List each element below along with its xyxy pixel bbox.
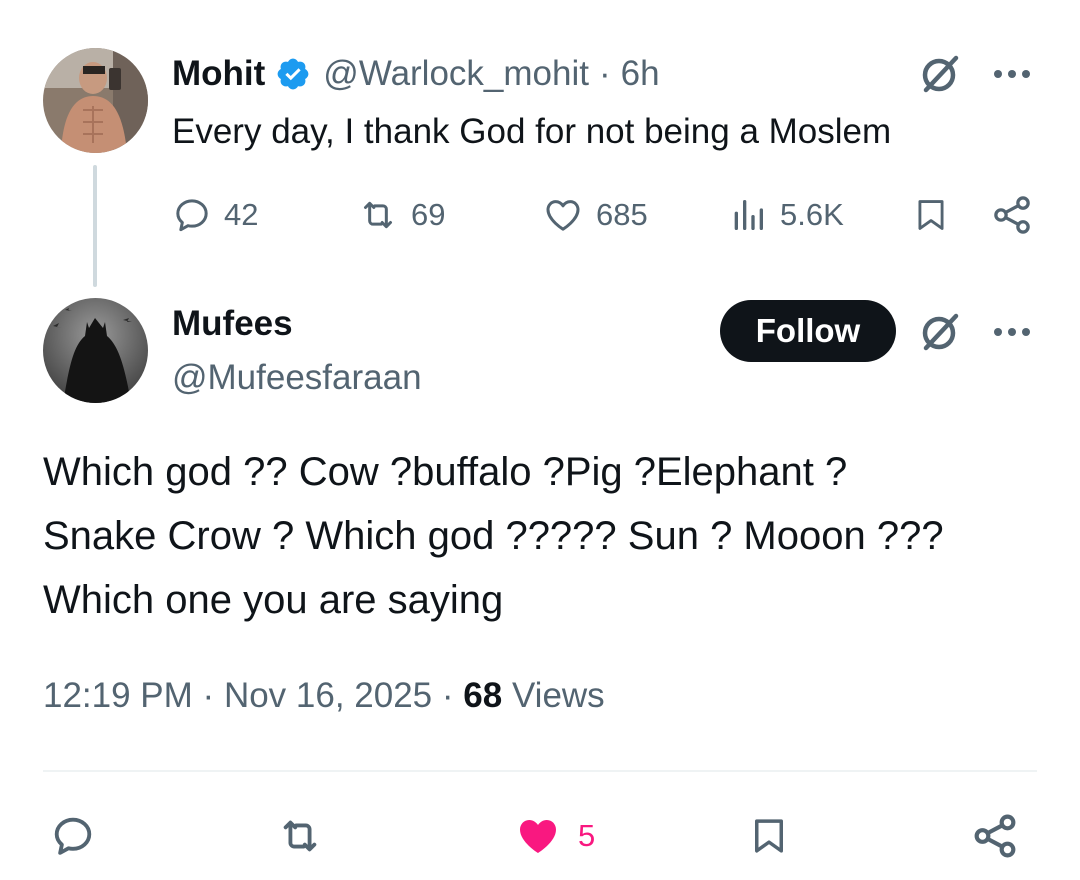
reply-text-line: Which one you are saying — [43, 578, 504, 622]
share-button[interactable] — [990, 190, 1046, 240]
parent-display-name[interactable]: Mohit — [172, 54, 265, 94]
grok-icon[interactable] — [918, 310, 962, 354]
views-button[interactable]: 5.6K — [728, 190, 844, 240]
parent-tweet-header: Mohit @Warlock_mohit · 6h — [172, 52, 660, 96]
parent-handle[interactable]: @Warlock_mohit — [323, 54, 589, 94]
more-icon[interactable] — [992, 326, 1032, 338]
parent-tweet-text: Every day, I thank God for not being a M… — [172, 112, 892, 151]
bookmark-icon — [918, 200, 944, 230]
repost-button[interactable]: 69 — [357, 190, 445, 240]
tweet-meta: 12:19 PM · Nov 16, 2025 · 68 Views — [43, 676, 605, 716]
more-icon[interactable] — [992, 68, 1032, 80]
repost-count: 69 — [411, 197, 446, 232]
bookmark-button[interactable] — [748, 808, 790, 864]
share-icon — [974, 814, 1016, 858]
verified-badge-icon — [277, 58, 309, 90]
reply-button[interactable] — [50, 808, 96, 864]
tweet-time[interactable]: 12:19 PM — [43, 676, 193, 715]
parent-action-bar: 42 69 685 5.6K — [172, 190, 1042, 240]
parent-avatar[interactable] — [43, 48, 148, 153]
divider — [43, 770, 1037, 772]
heart-icon — [520, 820, 556, 853]
views-icon — [734, 200, 763, 230]
like-count: 685 — [596, 197, 648, 232]
tweet-date[interactable]: Nov 16, 2025 — [224, 676, 432, 715]
share-button[interactable] — [970, 808, 1020, 864]
views-label: Views — [511, 676, 605, 715]
reply-tweet-text: Which god ?? Cow ?buffalo ?Pig ?Elephant… — [43, 440, 1043, 632]
header-separator: · — [598, 54, 611, 93]
reply-button[interactable]: 42 — [172, 190, 258, 240]
reply-handle[interactable]: @Mufeesfaraan — [172, 358, 422, 398]
share-icon — [994, 196, 1030, 234]
like-button[interactable]: 685 — [542, 190, 648, 240]
repost-icon — [283, 820, 317, 852]
thread-connector-line — [93, 165, 97, 287]
reply-text-line: Which god ?? Cow ?buffalo ?Pig ?Elephant… — [43, 450, 848, 494]
parent-timestamp[interactable]: 6h — [621, 54, 660, 94]
reply-action-bar: 5 — [0, 800, 1080, 870]
reply-display-name[interactable]: Mufees — [172, 304, 293, 344]
follow-button[interactable]: Follow — [720, 300, 896, 362]
heart-icon — [546, 200, 580, 231]
meta-separator: · — [202, 676, 215, 715]
grok-icon[interactable] — [918, 52, 962, 96]
meta-separator: · — [441, 676, 454, 715]
views-count: 5.6K — [780, 197, 844, 232]
like-count: 5 — [578, 818, 596, 853]
repost-icon — [364, 201, 392, 229]
reply-count: 42 — [224, 197, 259, 232]
reply-text-line: Snake Crow ? Which god ????? Sun ? Mooon… — [43, 514, 944, 558]
repost-button[interactable] — [275, 808, 325, 864]
reply-icon — [176, 199, 208, 232]
bookmark-button[interactable] — [912, 190, 962, 240]
reply-icon — [54, 817, 92, 855]
views-count: 68 — [463, 676, 503, 715]
reply-avatar[interactable] — [43, 298, 148, 403]
bookmark-icon — [755, 819, 783, 853]
like-button[interactable]: 5 — [512, 808, 595, 864]
